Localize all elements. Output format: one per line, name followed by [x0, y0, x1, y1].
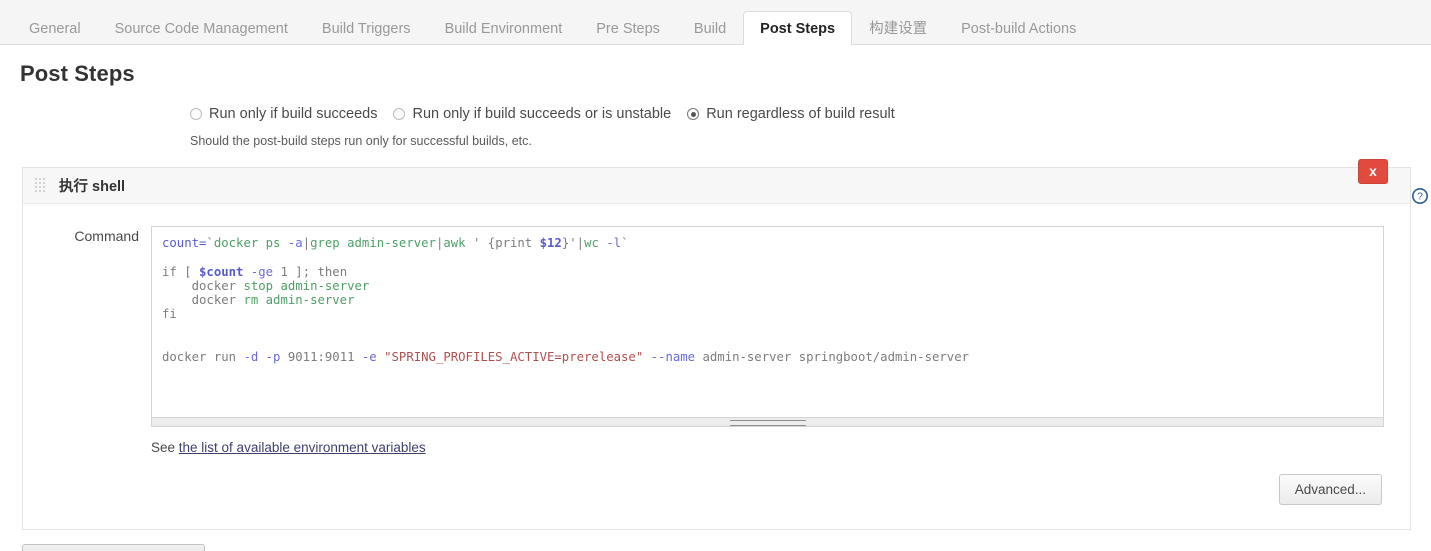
- code-token: -e: [361, 350, 377, 365]
- code-token: admin-server springboot/admin-server: [695, 350, 970, 365]
- tab-build[interactable]: Build: [677, 11, 743, 45]
- code-token: stop: [243, 278, 274, 293]
- code-token: admin-server: [258, 293, 355, 308]
- code-token: fi: [162, 307, 177, 322]
- code-token: 1 ]; then: [273, 264, 348, 279]
- env-variables-hint: See the list of available environment va…: [151, 440, 1384, 455]
- code-token: -a: [287, 236, 303, 250]
- run-condition-group: Run only if build succeeds Run only if b…: [0, 106, 1431, 148]
- panel-footer-spacer: [23, 505, 1410, 529]
- radio-indicator-selected[interactable]: [687, 108, 700, 120]
- post-build-step-panel-wrapper: 执行 shell x ? Command count=`docker ps -a…: [22, 159, 1428, 530]
- drag-grip-icon[interactable]: [35, 178, 48, 193]
- advanced-row: Advanced...: [23, 455, 1410, 505]
- command-field-row: Command count=`docker ps -a|grep admin-s…: [23, 204, 1410, 455]
- tab-build-environment[interactable]: Build Environment: [428, 11, 580, 45]
- code-token: docker: [162, 293, 244, 308]
- tab-build-settings[interactable]: 构建设置: [852, 11, 944, 45]
- code-token: -l: [606, 236, 622, 250]
- run-condition-help-text: Should the post-build steps run only for…: [190, 134, 532, 148]
- code-token: |: [576, 236, 585, 250]
- radio-label: Run regardless of build result: [706, 106, 895, 122]
- code-token: --name: [650, 350, 696, 365]
- env-variables-link[interactable]: the list of available environment variab…: [179, 440, 426, 455]
- radio-run-regardless[interactable]: Run regardless of build result: [687, 106, 895, 122]
- code-token: ' {print: [472, 236, 540, 250]
- radio-indicator[interactable]: [393, 108, 406, 120]
- add-post-build-step-button[interactable]: Add post-build step: [22, 544, 205, 551]
- code-token: 9011:9011: [280, 350, 362, 365]
- question-circle-icon[interactable]: ?: [1412, 188, 1428, 204]
- command-label: Command: [74, 228, 139, 244]
- advanced-button[interactable]: Advanced...: [1278, 474, 1382, 505]
- tab-general[interactable]: General: [12, 11, 98, 45]
- code-token: -d: [243, 350, 259, 365]
- tab-source-code-management[interactable]: Source Code Management: [98, 11, 305, 45]
- add-step-row: Add post-build step: [22, 544, 1431, 551]
- code-token: count=: [162, 236, 207, 250]
- config-tab-bar: General Source Code Management Build Tri…: [0, 0, 1431, 45]
- execute-shell-panel-header: 执行 shell: [23, 168, 1410, 204]
- tab-post-steps[interactable]: Post Steps: [743, 11, 853, 45]
- see-prefix: See: [151, 440, 179, 455]
- code-token: grep admin-server: [310, 236, 436, 250]
- code-token: -ge: [250, 264, 274, 279]
- code-token: docker ps: [213, 236, 288, 250]
- code-token: admin-server: [273, 278, 370, 293]
- code-token: awk: [443, 236, 473, 250]
- code-token: "SPRING_PROFILES_ACTIVE=prerelease": [384, 350, 644, 365]
- svg-text:?: ?: [1417, 192, 1423, 203]
- textarea-resize-handle[interactable]: [151, 418, 1384, 427]
- code-token: docker run: [162, 350, 244, 365]
- radio-label: Run only if build succeeds or is unstabl…: [412, 106, 672, 122]
- code-token: $count: [199, 264, 244, 279]
- tab-post-build-actions[interactable]: Post-build Actions: [944, 11, 1093, 45]
- code-token: wc: [584, 236, 607, 250]
- page-title: Post Steps: [20, 61, 135, 86]
- code-token: |: [302, 236, 311, 250]
- code-token: `: [621, 236, 629, 250]
- tab-pre-steps[interactable]: Pre Steps: [579, 11, 677, 45]
- radio-indicator[interactable]: [190, 108, 202, 120]
- code-token: -p: [265, 350, 281, 365]
- radio-run-if-succeeds-or-unstable[interactable]: Run only if build succeeds or is unstabl…: [393, 106, 671, 122]
- remove-step-button[interactable]: x: [1358, 159, 1388, 184]
- tab-build-triggers[interactable]: Build Triggers: [305, 11, 428, 45]
- execute-shell-title: 执行 shell: [59, 179, 126, 195]
- code-token: }': [561, 236, 577, 250]
- radio-label: Run only if build succeeds: [209, 106, 378, 122]
- code-token: $12: [539, 236, 562, 250]
- code-token: rm: [243, 293, 259, 308]
- code-token: if [: [162, 264, 200, 279]
- code-token: `: [206, 236, 214, 250]
- code-token: docker: [162, 278, 244, 293]
- radio-run-only-if-succeeds[interactable]: Run only if build succeeds: [190, 106, 377, 122]
- command-textarea[interactable]: count=`docker ps -a|grep admin-server|aw…: [151, 226, 1384, 418]
- execute-shell-panel: 执行 shell x ? Command count=`docker ps -a…: [22, 159, 1428, 530]
